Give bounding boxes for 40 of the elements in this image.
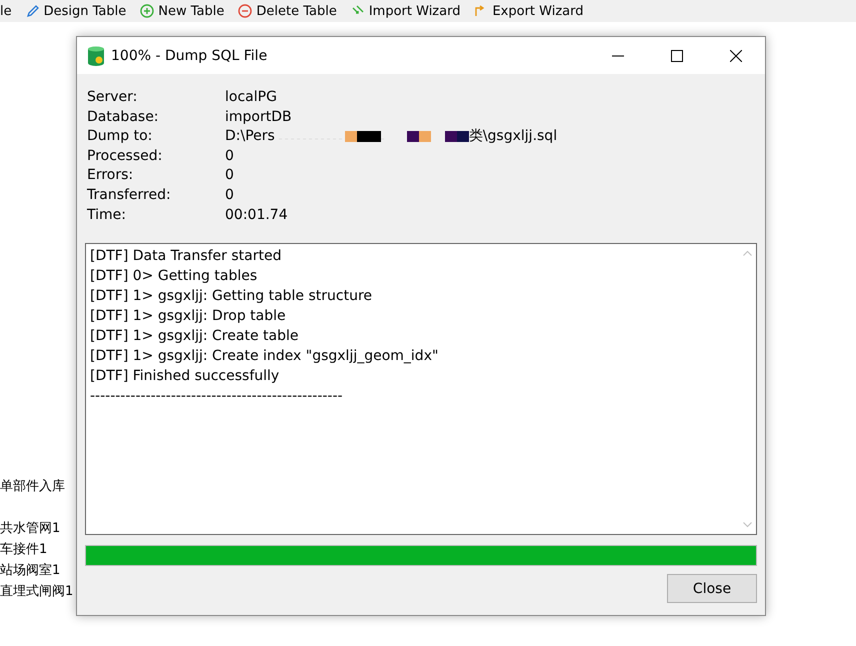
close-button[interactable]: Close bbox=[667, 574, 757, 604]
info-value: 0 bbox=[225, 166, 234, 186]
database-icon bbox=[87, 46, 105, 66]
scroll-down-icon bbox=[743, 522, 752, 528]
minus-icon bbox=[238, 4, 252, 18]
info-label: Time: bbox=[87, 206, 127, 225]
info-value: importDB bbox=[225, 108, 292, 127]
redaction-block bbox=[444, 130, 469, 144]
plus-icon bbox=[140, 4, 154, 18]
info-value: D:\Pers bbox=[225, 127, 275, 146]
info-value: 类\gsgxljj.sql bbox=[468, 127, 558, 146]
window-title: 100% - Dump SQL File bbox=[111, 48, 268, 64]
info-value: 0 bbox=[225, 186, 234, 205]
info-label: Database: bbox=[87, 108, 160, 127]
maximize-icon bbox=[670, 50, 682, 62]
log-line: -------------------------------------------------- bbox=[90, 387, 344, 406]
info-label: Processed: bbox=[87, 146, 164, 166]
log-line: [DTF] 0> Getting tables bbox=[90, 267, 258, 286]
log-line: [DTF] Finished successfully bbox=[90, 367, 280, 386]
log-line: [DTF] 1> gsgxljj: Create table bbox=[90, 327, 300, 346]
log-line: [DTF] Data Transfer started bbox=[90, 247, 282, 266]
log-line: [DTF] 1> gsgxljj: Drop table bbox=[90, 307, 287, 326]
info-label: Dump to: bbox=[87, 127, 154, 146]
info-value: 0 bbox=[225, 146, 234, 166]
close-icon bbox=[730, 50, 742, 62]
toolbar-button[interactable]: New Table bbox=[140, 4, 224, 18]
toolbar-button[interactable]: Export Wizard bbox=[474, 4, 584, 18]
info-label: Server: bbox=[87, 88, 138, 107]
scroll-up-icon bbox=[743, 250, 752, 256]
log-line: [DTF] 1> gsgxljj: Create index "gsgxljj_geom_idx" bbox=[90, 347, 440, 366]
pencil-icon bbox=[26, 4, 40, 18]
toolbar-button[interactable]: le bbox=[0, 4, 12, 18]
toolbar-button[interactable]: Design Table bbox=[26, 4, 126, 18]
toolbar-button[interactable]: Import Wizard bbox=[350, 4, 460, 18]
log-line: [DTF] 1> gsgxljj: Getting table structure bbox=[90, 287, 374, 306]
info-label: Transferred: bbox=[87, 186, 172, 205]
info-value: 00:01.74 bbox=[225, 206, 288, 225]
toolbar-button[interactable]: Delete Table bbox=[238, 4, 337, 18]
info-value: localPG bbox=[225, 88, 277, 107]
info-label: Errors: bbox=[87, 166, 134, 186]
